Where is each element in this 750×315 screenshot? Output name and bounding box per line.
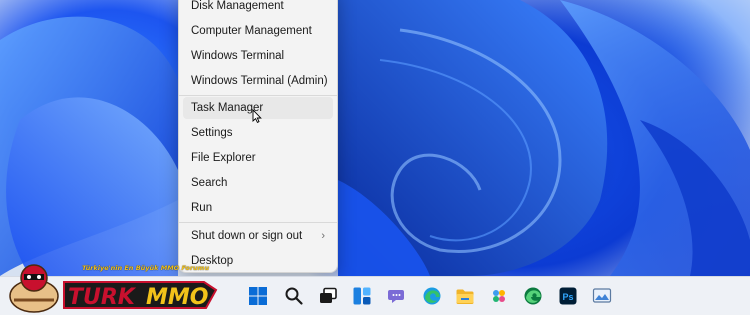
menu-separator [179,222,337,223]
photoshop-icon[interactable]: Ps [557,285,579,307]
menu-item-file-explorer[interactable]: File Explorer [183,147,333,169]
photo-viewer-icon[interactable] [591,285,613,307]
menu-item-windows-terminal-admin[interactable]: Windows Terminal (Admin) [183,70,333,92]
task-view-icon[interactable] [317,285,339,307]
desktop-wallpaper [0,0,750,276]
context-menu: Disk Management Computer Management Wind… [178,0,338,273]
menu-item-windows-terminal[interactable]: Windows Terminal [183,45,333,67]
watermark-tagline: Türkiye'nin En Büyük MMO Forumu [82,264,210,272]
svg-text:MMO: MMO [146,285,209,310]
menu-item-shut-down[interactable]: Shut down or sign out › [183,225,333,247]
teams-chat-icon[interactable] [386,285,408,307]
menu-item-shut-down-label: Shut down or sign out [191,230,303,242]
widgets-icon[interactable] [351,285,373,307]
menu-item-search[interactable]: Search [183,172,333,194]
photos-icon[interactable] [488,285,510,307]
wallpaper-bloom [0,0,750,276]
photoshop-text: Ps [562,292,573,302]
start-icon[interactable] [247,285,269,307]
menu-item-computer-management[interactable]: Computer Management [183,20,333,42]
watermark-logo: TURK MMO Türkiye'nin En Büyük MMO Forumu [0,256,222,315]
mouse-cursor-icon [252,109,262,123]
chevron-right-icon: › [321,230,325,242]
file-explorer-icon[interactable] [454,285,476,307]
menu-separator [179,95,337,96]
menu-item-settings[interactable]: Settings [183,122,333,144]
search-icon[interactable] [283,285,305,307]
svg-text:TURK: TURK [68,285,137,310]
edge-icon[interactable] [421,285,443,307]
edge-beta-icon[interactable] [522,285,544,307]
menu-item-run[interactable]: Run [183,197,333,219]
menu-item-disk-management[interactable]: Disk Management [183,0,333,17]
